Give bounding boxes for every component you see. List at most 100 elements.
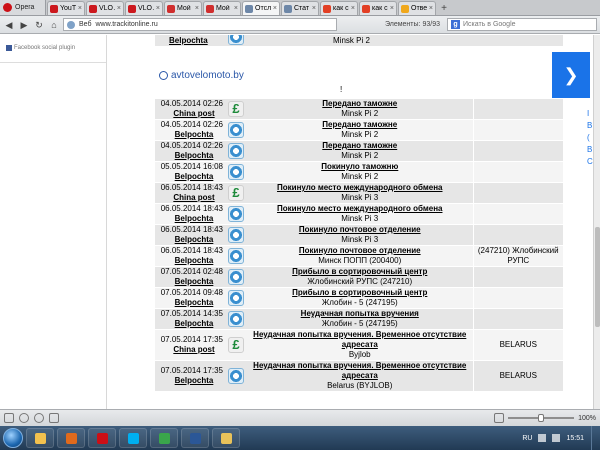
taskbar-explorer-button[interactable] <box>26 428 54 448</box>
zoom-level[interactable]: 100% <box>578 415 596 422</box>
service-link[interactable]: Belpochta <box>155 298 223 308</box>
back-icon[interactable]: ◀ <box>3 19 15 31</box>
status-link[interactable]: Прибыло в сортировочный центр <box>247 267 473 277</box>
left-sidebar: Facebook social plugin <box>0 35 107 409</box>
status-cell: Передано таможне Minsk Pi 2 <box>247 140 473 162</box>
service-link[interactable]: Belpochta <box>155 172 223 182</box>
status-link[interactable]: Покинуло место международного обмена <box>247 183 473 193</box>
taskbar-utorrent-button[interactable] <box>150 428 178 448</box>
page-scrollbar[interactable] <box>593 35 600 409</box>
browser-tab[interactable]: Мой …× <box>164 1 202 15</box>
unite-icon[interactable] <box>34 413 44 423</box>
opera-icon <box>96 432 108 444</box>
close-tab-icon[interactable]: × <box>156 5 160 12</box>
date-cell: 06.05.2014 18:43 China post <box>155 182 225 204</box>
opera-menu-button[interactable]: Opera <box>0 0 46 15</box>
taskbar-word-button[interactable] <box>181 428 209 448</box>
close-tab-icon[interactable]: × <box>390 5 394 12</box>
service-link[interactable]: Belpochta <box>155 151 223 161</box>
ad-link-text[interactable]: avtovelomoto.by <box>171 70 244 81</box>
language-indicator[interactable]: RU <box>522 435 532 442</box>
taskbar-opera-button[interactable] <box>88 428 116 448</box>
show-desktop-button[interactable] <box>591 426 597 450</box>
ad-banner[interactable]: ❯ <box>552 52 590 98</box>
browser-tab[interactable]: как с…× <box>320 1 358 15</box>
china-post-logo-icon: £ <box>228 337 244 353</box>
zoom-slider-thumb[interactable] <box>538 414 545 422</box>
page-view-icon[interactable] <box>494 413 505 423</box>
status-link[interactable]: Покинуло таможню <box>247 162 473 172</box>
scrollbar-thumb[interactable] <box>595 227 600 327</box>
tracking-row: 06.05.2014 18:43 Belpochta Покинуло место … <box>155 203 563 225</box>
service-link[interactable]: Belpochta <box>155 319 223 329</box>
close-tab-icon[interactable]: × <box>351 5 355 12</box>
close-tab-icon[interactable]: × <box>195 5 199 12</box>
ad-exclamation: ! <box>340 85 343 94</box>
service-link[interactable]: Belpochta <box>155 256 223 266</box>
new-tab-button[interactable]: + <box>438 3 450 15</box>
google-icon[interactable]: g <box>451 20 460 29</box>
status-link[interactable]: Прибыло в сортировочный центр <box>247 288 473 298</box>
belpochta-logo-icon <box>228 143 244 159</box>
browser-tab[interactable]: Отве…× <box>398 1 436 15</box>
service-link[interactable]: Belpochta <box>155 130 223 140</box>
start-button[interactable] <box>3 428 23 448</box>
status-link[interactable]: Покинуло место международного обмена <box>247 204 473 214</box>
close-tab-icon[interactable]: × <box>429 5 433 12</box>
service-link[interactable]: China post <box>155 109 223 119</box>
status-link[interactable]: Передано таможне <box>247 120 473 130</box>
web-label: Веб <box>79 21 92 28</box>
close-tab-icon[interactable]: × <box>78 5 82 12</box>
turbo-icon[interactable] <box>19 413 29 423</box>
zoom-slider[interactable] <box>508 414 575 422</box>
browser-tab[interactable]: как с…× <box>359 1 397 15</box>
date-cell: 07.05.2014 17:35 Belpochta <box>155 360 225 392</box>
tracking-row: 06.05.2014 18:43 Belpochta Покинуло почтов… <box>155 245 563 267</box>
taskbar-paint-button[interactable] <box>212 428 240 448</box>
browser-tab[interactable]: VLO…× <box>86 1 124 15</box>
search-field[interactable]: g Искать в Google <box>447 18 597 31</box>
browser-tab[interactable]: VLO…× <box>125 1 163 15</box>
close-tab-icon[interactable]: × <box>312 5 316 12</box>
status-link[interactable]: Передано таможне <box>247 99 473 109</box>
status-link[interactable]: Неудачная попытка вручения <box>247 309 473 319</box>
logo-cell <box>225 140 247 162</box>
view-icon[interactable] <box>49 413 59 423</box>
status-link[interactable]: Неудачная попытка вручения. Временное от… <box>247 361 473 381</box>
tab-label: YouT… <box>60 5 76 12</box>
globe-icon <box>67 20 75 29</box>
close-tab-icon[interactable]: × <box>234 5 238 12</box>
reload-icon[interactable]: ↻ <box>33 19 45 31</box>
clock[interactable]: 15:51 <box>566 435 584 442</box>
service-link[interactable]: China post <box>155 345 223 355</box>
url-text[interactable]: www.trackitonline.ru <box>96 21 158 28</box>
volume-icon[interactable] <box>552 434 561 442</box>
address-field[interactable]: Веб www.trackitonline.ru <box>63 18 337 31</box>
panel-toggle-icon[interactable] <box>4 413 14 423</box>
browser-tab[interactable]: Стат…× <box>281 1 319 15</box>
logo-cell <box>225 245 247 267</box>
service-link[interactable]: China post <box>155 193 223 203</box>
browser-tab[interactable]: Отсл…× <box>242 1 280 15</box>
taskbar-media-player-button[interactable] <box>57 428 85 448</box>
network-icon[interactable] <box>538 434 547 442</box>
facebook-plugin[interactable]: Facebook social plugin <box>0 35 106 51</box>
close-tab-icon[interactable]: × <box>117 5 121 12</box>
status-link[interactable]: Передано таможне <box>247 141 473 151</box>
home-icon[interactable]: ⌂ <box>48 19 60 31</box>
service-link[interactable]: Belpochta <box>155 214 223 224</box>
service-link[interactable]: Belpochta <box>169 36 208 45</box>
service-link[interactable]: Belpochta <box>155 277 223 287</box>
status-link[interactable]: Покинуло почтовое отделение <box>247 225 473 235</box>
status-link[interactable]: Неудачная попытка вручения. Временное от… <box>247 330 473 350</box>
service-link[interactable]: Belpochta <box>155 376 223 386</box>
forward-icon[interactable]: ▶ <box>18 19 30 31</box>
date-cell: 04.05.2014 02:26 Belpochta <box>155 119 225 141</box>
browser-tab[interactable]: YouT…× <box>47 1 85 15</box>
service-link[interactable]: Belpochta <box>155 235 223 245</box>
status-link[interactable]: Покинуло почтовое отделение <box>247 246 473 256</box>
taskbar-skype-button[interactable] <box>119 428 147 448</box>
browser-tab[interactable]: Мой …× <box>203 1 241 15</box>
close-tab-icon[interactable]: × <box>273 5 277 12</box>
ad-link[interactable]: avtovelomoto.by <box>159 70 244 81</box>
